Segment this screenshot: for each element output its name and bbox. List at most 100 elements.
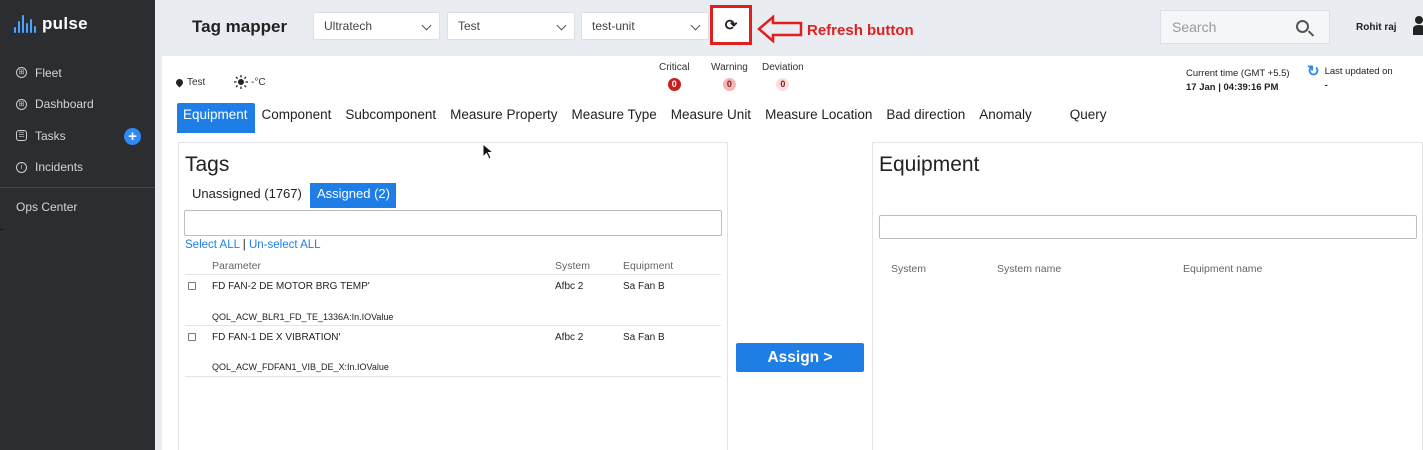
location-indicator: Test [174, 77, 206, 88]
tab-assigned[interactable]: Assigned (2) [310, 183, 396, 208]
tab-anomaly[interactable]: Anomaly [972, 103, 1039, 133]
current-time-value: 17 Jan | 04:39:16 PM [1186, 82, 1279, 93]
site-select-value: Test [458, 19, 481, 33]
last-updated-label: Last updated on [1324, 66, 1393, 77]
warning-count-badge: 0 [722, 78, 736, 91]
location-pin-icon [174, 77, 185, 88]
site-select[interactable]: Test [447, 12, 575, 40]
tab-measure-unit[interactable]: Measure Unit [664, 103, 758, 133]
last-updated[interactable]: ↻ Last updated on - [1307, 64, 1393, 93]
unselect-all-link[interactable]: Un-select ALL [249, 239, 321, 251]
select-all-link[interactable]: Select ALL [185, 239, 240, 251]
page-title: Tag mapper [192, 17, 288, 36]
sidebar-item-incidents[interactable]: i Incidents [0, 152, 155, 184]
tab-component[interactable]: Component [255, 103, 339, 133]
org-select-value: Ultratech [324, 19, 373, 33]
selection-links: Select ALL | Un-select ALL [185, 239, 321, 251]
sidebar-item-tasks[interactable]: ☰ Tasks + [0, 120, 155, 152]
row-checkbox[interactable] [188, 282, 196, 290]
sidebar-item-fleet[interactable]: ⊞ Fleet [0, 57, 155, 89]
sidebar-item-ops-center[interactable]: Ops Center [0, 194, 155, 220]
row-parameter: FD FAN-2 DE MOTOR BRG TEMP' [212, 281, 370, 292]
search-icon[interactable] [1296, 20, 1309, 33]
column-header-system-name: System name [997, 263, 1062, 275]
tab-measure-property[interactable]: Measure Property [443, 103, 564, 133]
row-system: Afbc 2 [555, 332, 584, 343]
current-time: Current time (GMT +5.5) 17 Jan | 04:39:1… [1186, 67, 1290, 95]
top-bar: Tag mapper Ultratech Test test-unit ⟳ Re… [155, 0, 1423, 53]
critical-count-badge: 0 [667, 78, 681, 91]
sun-icon [234, 75, 248, 89]
search-input[interactable]: Search [1160, 10, 1330, 44]
annotation-arrow-icon [757, 15, 803, 43]
dashboard-icon: ⊞ [16, 98, 27, 110]
tags-table-header: Parameter System Equipment [185, 257, 721, 275]
tasks-icon: ☰ [16, 130, 27, 142]
tags-filter-input[interactable] [184, 210, 722, 236]
tags-title: Tags [185, 153, 230, 176]
add-task-button[interactable]: + [124, 128, 141, 145]
table-row[interactable]: FD FAN-2 DE MOTOR BRG TEMP' QOL_ACW_BLR1… [185, 276, 721, 326]
info-icon: i [16, 161, 27, 173]
tab-bad-direction[interactable]: Bad direction [879, 103, 972, 133]
fleet-icon: ⊞ [16, 67, 27, 79]
warning-label: Warning [711, 62, 748, 73]
sidebar-item-dashboard[interactable]: ⊞ Dashboard [0, 89, 155, 121]
sidebar: pulse ⊞ Fleet ⊞ Dashboard ☰ Tasks + i In… [0, 0, 155, 450]
tab-measure-location[interactable]: Measure Location [758, 103, 879, 133]
column-header-system: System [891, 263, 927, 275]
tab-equipment[interactable]: Equipment [177, 103, 255, 133]
row-checkbox[interactable] [188, 333, 196, 341]
equipment-panel: Equipment System System name Equipment n… [872, 142, 1423, 450]
org-select[interactable]: Ultratech [313, 12, 440, 40]
sidebar-item-label: Dashboard [35, 97, 94, 112]
search-placeholder: Search [1172, 19, 1217, 35]
row-equipment: Sa Fan B [623, 281, 665, 292]
row-system: Afbc 2 [555, 281, 584, 292]
warning-stat[interactable]: Warning 0 [711, 62, 748, 91]
chevron-down-icon [690, 20, 701, 31]
deviation-label: Deviation [762, 62, 804, 73]
sidebar-item-label: Tasks [35, 128, 66, 143]
row-equipment: Sa Fan B [623, 332, 665, 343]
equipment-filter-input[interactable] [879, 215, 1417, 239]
tab-unassigned[interactable]: Unassigned (1767) [185, 183, 308, 208]
column-header-parameter: Parameter [212, 260, 262, 272]
equipment-table-header: System System name Equipment name [879, 260, 1415, 278]
column-header-equipment: Equipment [623, 260, 674, 272]
last-updated-value: - [1324, 80, 1328, 91]
weather-indicator: -°C [234, 75, 266, 89]
mapper-tabs: Equipment Component Subcomponent Measure… [177, 103, 1114, 133]
logo[interactable]: pulse [0, 0, 155, 48]
pulse-logo-icon [14, 15, 36, 33]
assign-button[interactable]: Assign > [736, 343, 864, 372]
temperature: -°C [251, 76, 266, 88]
main-panel: Test -°C Critical 0 Warning 0 Deviation … [162, 56, 1423, 450]
critical-stat[interactable]: Critical 0 [659, 62, 690, 91]
column-header-system: System [555, 260, 591, 272]
chevron-down-icon [556, 20, 567, 31]
tab-query[interactable]: Query [1063, 103, 1114, 133]
sidebar-item-label: Incidents [35, 160, 84, 175]
user-icon[interactable] [1413, 15, 1423, 35]
deviation-stat[interactable]: Deviation 0 [762, 62, 804, 91]
column-header-equipment-name: Equipment name [1183, 263, 1263, 275]
tab-subcomponent[interactable]: Subcomponent [338, 103, 443, 133]
table-row[interactable]: FD FAN-1 DE X VIBRATION' QOL_ACW_FDFAN1_… [185, 327, 721, 377]
refresh-icon: ⟳ [724, 17, 738, 34]
row-tag-id: QOL_ACW_FDFAN1_VIB_DE_X:In.IOValue [212, 362, 389, 372]
tab-measure-type[interactable]: Measure Type [564, 103, 663, 133]
reload-icon[interactable]: ↻ [1307, 64, 1320, 93]
refresh-button[interactable]: ⟳ [710, 5, 752, 45]
sidebar-item-label: Fleet [35, 65, 62, 80]
current-time-label: Current time (GMT +5.5) [1186, 68, 1290, 79]
user-name[interactable]: Rohit raj [1356, 22, 1397, 33]
location-name: Test [187, 77, 206, 88]
app-name: pulse [42, 14, 88, 33]
edge-mark [0, 229, 3, 230]
row-parameter: FD FAN-1 DE X VIBRATION' [212, 332, 341, 343]
annotation-label: Refresh button [807, 22, 914, 39]
link-separator: | [242, 239, 246, 251]
chevron-down-icon [421, 20, 432, 31]
unit-select[interactable]: test-unit [581, 12, 709, 40]
